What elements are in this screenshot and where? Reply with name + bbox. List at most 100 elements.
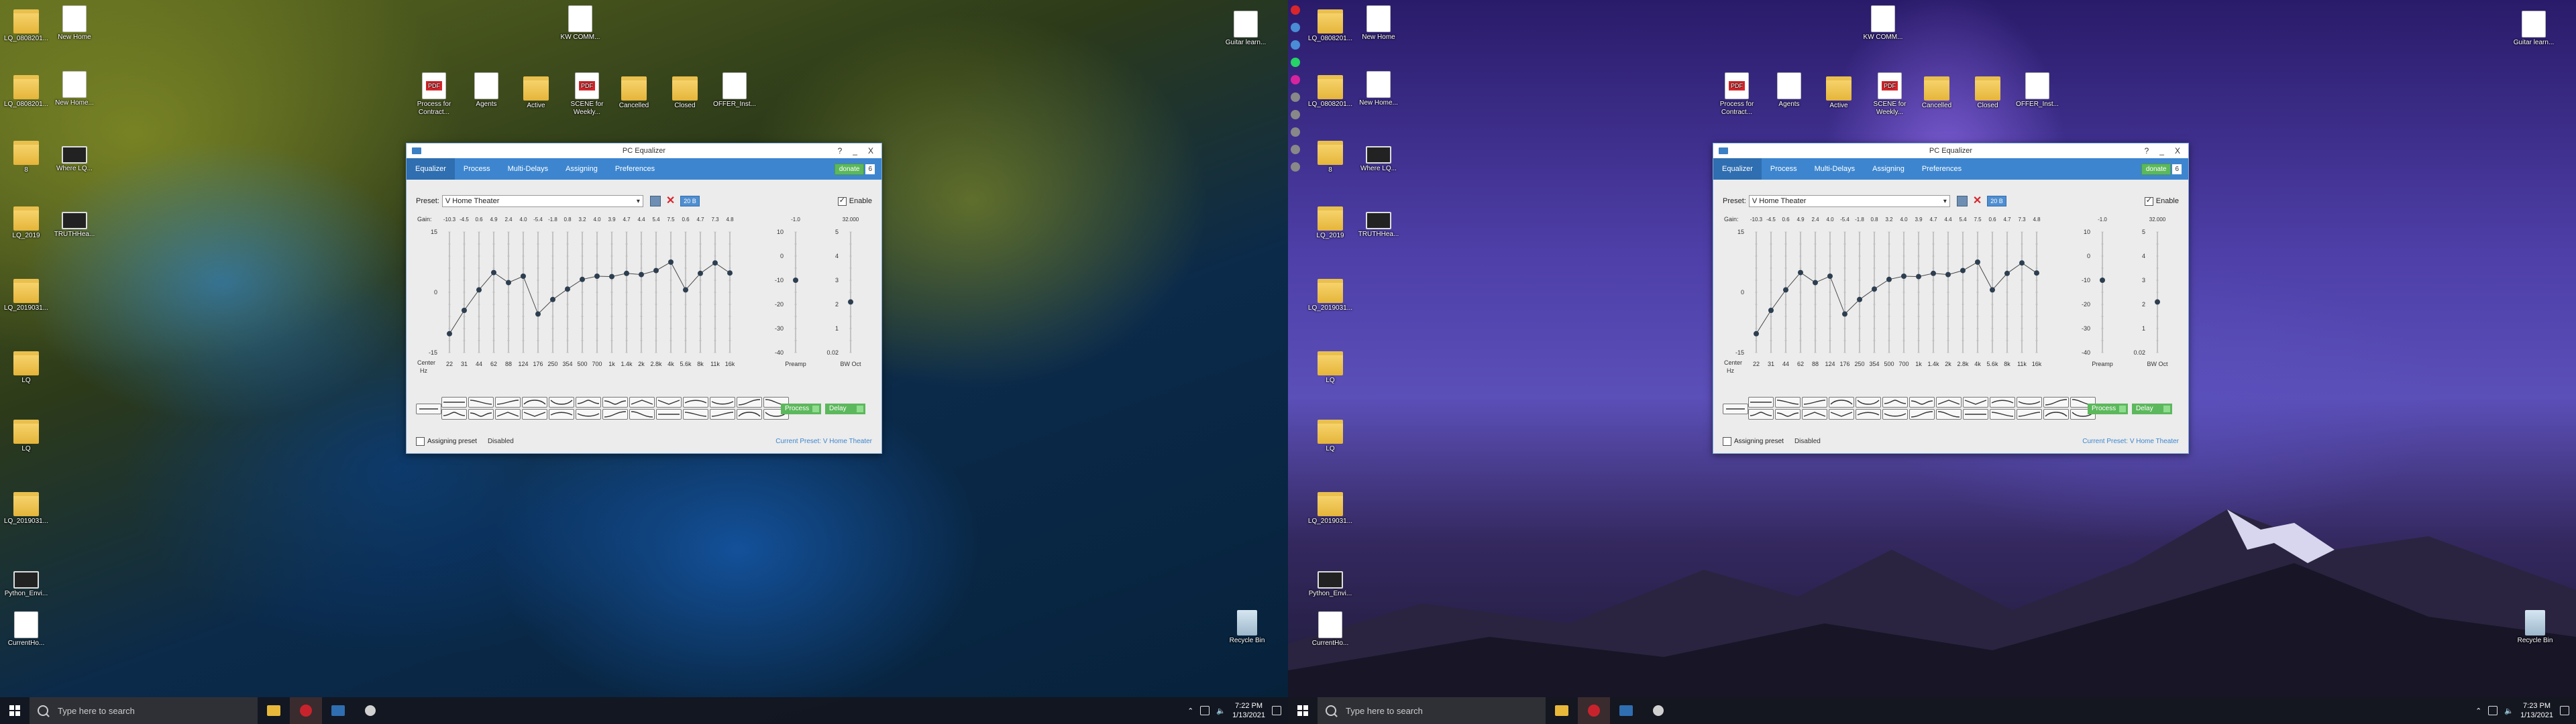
tab-process[interactable]: Process bbox=[455, 158, 499, 180]
flat-preset-button[interactable] bbox=[1723, 404, 1748, 414]
shape-preset-button[interactable] bbox=[2017, 409, 2042, 420]
band-slider-knob[interactable] bbox=[1798, 269, 1803, 276]
tab-process[interactable]: Process bbox=[1762, 158, 1806, 180]
desktop-icon[interactable]: LQ bbox=[1, 347, 51, 385]
desktop-icon[interactable]: SCENE for Weekly... bbox=[1865, 72, 1915, 117]
band-slider-knob[interactable] bbox=[1872, 286, 1877, 292]
file-explorer-taskbar-icon[interactable] bbox=[258, 697, 290, 724]
shape-preset-button[interactable] bbox=[576, 397, 601, 408]
desktop-icon[interactable]: Agents bbox=[462, 72, 511, 109]
desktop-icon[interactable]: 8 bbox=[1305, 137, 1355, 174]
shape-preset-button[interactable] bbox=[683, 409, 708, 420]
band-slider-knob[interactable] bbox=[1827, 274, 1833, 279]
shape-preset-button[interactable] bbox=[1936, 409, 1962, 420]
start-button[interactable] bbox=[0, 697, 30, 724]
desktop-icon[interactable]: LQ bbox=[1305, 347, 1355, 385]
shape-preset-button[interactable] bbox=[1909, 397, 1935, 408]
save-preset-icon[interactable] bbox=[1956, 196, 1968, 206]
band-slider-knob[interactable] bbox=[1842, 311, 1847, 317]
clock-icon[interactable] bbox=[1291, 145, 1300, 154]
desktop-icon[interactable]: Closed bbox=[660, 72, 710, 110]
shape-preset-button[interactable] bbox=[656, 397, 682, 408]
delay-button[interactable]: Delay bbox=[2132, 404, 2172, 414]
band-slider-knob[interactable] bbox=[624, 270, 629, 276]
desktop-icon[interactable]: Cancelled bbox=[1912, 72, 1962, 110]
desktop-icon[interactable]: LQ_2019031... bbox=[1305, 275, 1355, 312]
shape-preset-button[interactable] bbox=[1856, 397, 1881, 408]
desktop-icon[interactable]: LQ_0808201... bbox=[1, 71, 51, 109]
tab-preferences[interactable]: Preferences bbox=[606, 158, 663, 180]
volume-icon[interactable]: 🔈 bbox=[1216, 707, 1226, 715]
help-button[interactable]: ? bbox=[838, 146, 843, 156]
desktop-icon[interactable]: New Home bbox=[50, 5, 99, 42]
band-slider-knob[interactable] bbox=[535, 311, 541, 317]
band-slider-knob[interactable] bbox=[565, 286, 570, 292]
desktop-icon[interactable]: LQ_2019 bbox=[1305, 202, 1355, 240]
band-slider-knob[interactable] bbox=[1886, 276, 1892, 282]
desktop-icon[interactable]: Closed bbox=[1963, 72, 2012, 110]
donate-widget[interactable]: donate 6 bbox=[2141, 163, 2182, 175]
python-taskbar-icon[interactable] bbox=[1642, 697, 1674, 724]
shape-preset-button[interactable] bbox=[1748, 409, 1774, 420]
chevron-up-icon[interactable]: ⌃ bbox=[2475, 707, 2481, 715]
chevron-up-icon[interactable]: ⌃ bbox=[1187, 707, 1193, 715]
shape-preset-button[interactable] bbox=[522, 397, 547, 408]
band-slider-knob[interactable] bbox=[1945, 272, 1951, 278]
equalizer-taskbar-icon[interactable] bbox=[1610, 697, 1642, 724]
shape-preset-button[interactable] bbox=[2043, 397, 2069, 408]
shape-preset-button[interactable] bbox=[1882, 409, 1908, 420]
send-icon[interactable] bbox=[1291, 110, 1300, 119]
band-slider-knob[interactable] bbox=[698, 270, 703, 276]
band-slider-knob[interactable] bbox=[580, 276, 585, 282]
shape-preset-button[interactable] bbox=[683, 397, 708, 408]
shape-preset-button[interactable] bbox=[1990, 397, 2015, 408]
close-button[interactable]: X bbox=[2175, 146, 2180, 156]
assigning-checkbox[interactable] bbox=[416, 436, 425, 446]
shape-preset-button[interactable] bbox=[549, 397, 574, 408]
app-taskbar-icon[interactable] bbox=[290, 697, 322, 724]
process-button[interactable]: Process bbox=[781, 404, 821, 414]
band-slider-knob[interactable] bbox=[727, 270, 733, 276]
opera-icon[interactable] bbox=[1291, 5, 1300, 15]
app-taskbar-icon[interactable] bbox=[1578, 697, 1610, 724]
python-taskbar-icon[interactable] bbox=[354, 697, 386, 724]
band-slider-knob[interactable] bbox=[506, 280, 511, 286]
desktop-icon[interactable]: LQ_2019 bbox=[1, 202, 51, 240]
donate-widget[interactable]: donate 6 bbox=[834, 163, 875, 175]
settings-icon[interactable] bbox=[1291, 162, 1300, 172]
desktop-icon[interactable]: Guitar learn... bbox=[2509, 11, 2559, 47]
desktop-icon[interactable]: CurrentHo... bbox=[1305, 611, 1355, 648]
desktop-icon[interactable]: Recycle Bin bbox=[1222, 610, 1272, 645]
desktop-icon[interactable]: LQ_0808201... bbox=[1305, 5, 1355, 43]
network-icon[interactable] bbox=[2488, 706, 2498, 715]
shape-preset-button[interactable] bbox=[1748, 397, 1774, 408]
shape-preset-button[interactable] bbox=[549, 409, 574, 420]
shape-preset-button[interactable] bbox=[2043, 409, 2069, 420]
shape-preset-button[interactable] bbox=[1829, 409, 1854, 420]
desktop-icon[interactable]: Recycle Bin bbox=[2510, 610, 2560, 645]
shape-preset-button[interactable] bbox=[1882, 397, 1908, 408]
desktop-icon[interactable]: LQ_2019031... bbox=[1, 275, 51, 312]
donate-button[interactable]: donate bbox=[2141, 163, 2171, 175]
band-slider-knob[interactable] bbox=[2004, 270, 2010, 276]
instagram-icon[interactable] bbox=[1291, 75, 1300, 84]
desktop-icon[interactable]: Process for Contract... bbox=[409, 72, 459, 117]
band-slider-knob[interactable] bbox=[491, 269, 496, 276]
band-slider-knob[interactable] bbox=[668, 259, 674, 265]
bandwidth-slider-knob[interactable] bbox=[848, 299, 853, 305]
desktop-icon[interactable]: CurrentHo... bbox=[1, 611, 51, 648]
desktop-icon[interactable]: LQ_0808201... bbox=[1, 5, 51, 43]
shape-preset-button[interactable] bbox=[602, 397, 628, 408]
tab-preferences[interactable]: Preferences bbox=[1913, 158, 1970, 180]
enable-toggle[interactable]: Enable bbox=[2144, 196, 2179, 206]
desktop-icon[interactable]: Cancelled bbox=[609, 72, 659, 110]
enable-checkbox[interactable] bbox=[837, 196, 847, 206]
close-button[interactable]: X bbox=[868, 146, 873, 156]
tab-assigning[interactable]: Assigning bbox=[557, 158, 606, 180]
shape-preset-button[interactable] bbox=[656, 409, 682, 420]
history-icon[interactable] bbox=[1291, 93, 1300, 102]
band-slider-knob[interactable] bbox=[1768, 308, 1774, 313]
desktop-icon[interactable]: LQ bbox=[1, 416, 51, 453]
preset-dropdown[interactable]: V Home Theater bbox=[441, 195, 643, 207]
shape-preset-button[interactable] bbox=[602, 409, 628, 420]
